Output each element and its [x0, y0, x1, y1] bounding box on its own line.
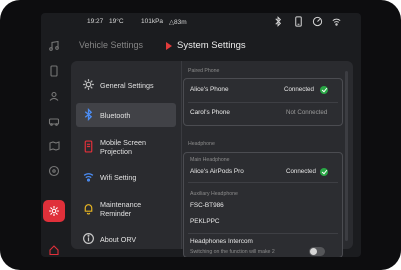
- settings-panel: General Settings Bluetooth Mobile Screen…: [71, 61, 353, 257]
- active-tab-marker: [166, 42, 172, 50]
- bell-icon: [84, 204, 93, 215]
- music-icon[interactable]: [48, 40, 60, 52]
- connected-check-icon: [320, 86, 328, 94]
- profile-icon[interactable]: [48, 90, 60, 102]
- intercom-description: Switching on the function will make 2: [190, 249, 275, 255]
- screen: 19:27 19°C 101kPa △83m Vehicle Settings …: [41, 13, 361, 257]
- wifi-icon: [83, 173, 94, 182]
- bluetooth-icon[interactable]: [273, 16, 284, 27]
- settings-icon: [49, 206, 59, 216]
- main-headphone-name[interactable]: Alice's AirPods Pro: [190, 168, 244, 175]
- row-separator: [188, 102, 338, 103]
- system-settings-tab[interactable]: System Settings: [177, 40, 246, 51]
- paired-phone-card: Alice's Phone Connected Carol's Phone No…: [183, 78, 343, 126]
- intercom-toggle[interactable]: [309, 247, 325, 256]
- map-icon[interactable]: [48, 140, 60, 152]
- status-altitude: △83m: [169, 19, 187, 26]
- menu-label: About ORV: [100, 235, 137, 244]
- panel-divider: [181, 61, 182, 249]
- menu-label: Bluetooth: [100, 111, 131, 120]
- side-rail: [41, 33, 69, 257]
- scrollbar[interactable]: [345, 71, 348, 241]
- menu-wifi-setting[interactable]: Wifi Setting: [76, 165, 176, 189]
- screen-projection-icon: [84, 140, 93, 153]
- row-separator: [188, 233, 338, 234]
- menu-label-line2: Reminder: [100, 208, 132, 218]
- menu-bluetooth[interactable]: Bluetooth: [76, 103, 176, 127]
- auxiliary-device[interactable]: FSC-BT986: [190, 202, 224, 209]
- device-name[interactable]: Alice's Phone: [190, 86, 229, 93]
- menu-label: General Settings: [100, 81, 154, 90]
- headphone-card: Main Headphone Alice's AirPods Pro Conne…: [183, 152, 343, 257]
- home-icon[interactable]: [48, 244, 60, 256]
- speedometer-icon[interactable]: [312, 16, 323, 27]
- phone-icon[interactable]: [293, 16, 304, 27]
- bluetooth-icon: [84, 108, 93, 121]
- car-icon[interactable]: [48, 115, 60, 127]
- main-headphone-status: Connected: [286, 168, 316, 175]
- settings-rail-button[interactable]: [43, 200, 65, 222]
- phone-icon[interactable]: [48, 65, 60, 77]
- main-headphone-label: Main Headphone: [190, 157, 230, 163]
- status-bar: 19:27 19°C 101kPa △83m: [41, 13, 361, 31]
- auxiliary-device[interactable]: PEKLPPC: [190, 218, 219, 225]
- menu-label-line2: Projection: [100, 146, 132, 156]
- headphone-heading: Headphone: [188, 141, 215, 147]
- tablet-frame: 19:27 19°C 101kPa △83m Vehicle Settings …: [0, 0, 401, 270]
- device-status: Not Connected: [286, 109, 328, 116]
- settings-menu: General Settings Bluetooth Mobile Screen…: [71, 61, 178, 249]
- intercom-title: Headphones Intercom: [190, 238, 253, 245]
- device-name[interactable]: Carol's Phone: [190, 109, 230, 116]
- auxiliary-headphone-label: Auxiliary Headphone: [190, 191, 238, 197]
- status-temperature: 19°C: [109, 18, 124, 25]
- device-status: Connected: [284, 86, 314, 93]
- steering-icon[interactable]: [48, 165, 60, 177]
- row-separator: [188, 182, 338, 183]
- info-icon: [83, 233, 94, 244]
- gear-icon: [83, 79, 94, 90]
- paired-phone-heading: Paired Phone: [188, 68, 220, 74]
- menu-mobile-screen-projection[interactable]: Mobile Screen Projection: [76, 133, 176, 161]
- menu-maintenance-reminder[interactable]: Maintenance Reminder: [76, 195, 176, 223]
- status-pressure: 101kPa: [141, 18, 164, 25]
- connected-check-icon: [320, 168, 328, 176]
- menu-general-settings[interactable]: General Settings: [76, 73, 176, 97]
- wifi-icon[interactable]: [331, 16, 342, 27]
- status-time: 19:27: [87, 18, 104, 25]
- vehicle-settings-tab[interactable]: Vehicle Settings: [79, 40, 143, 50]
- menu-about-orv[interactable]: About ORV: [76, 227, 176, 251]
- menu-label: Wifi Setting: [100, 173, 137, 182]
